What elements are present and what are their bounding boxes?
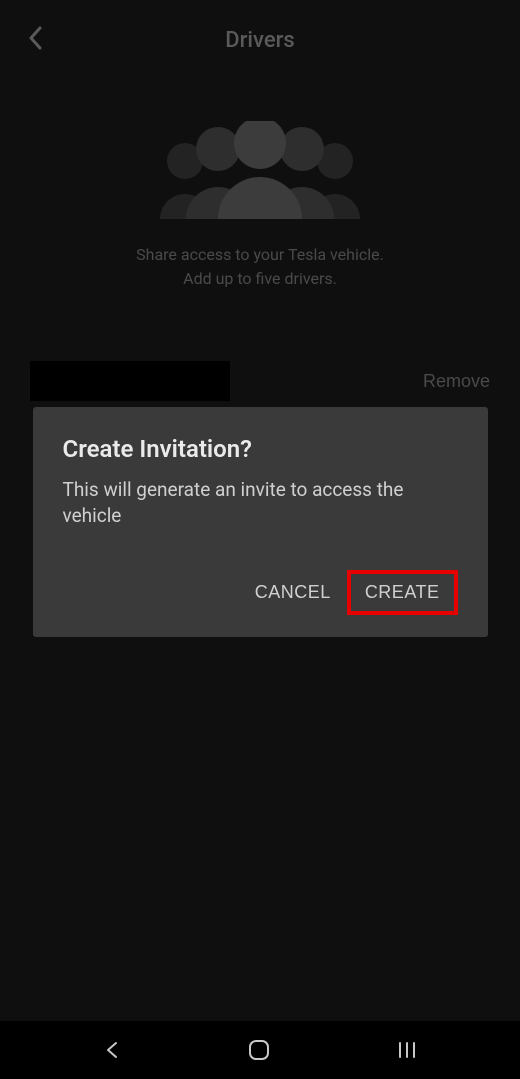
dialog-message: This will generate an invite to access t…	[63, 477, 458, 528]
page-title: Drivers	[28, 28, 492, 53]
hero-line-1: Share access to your Tesla vehicle.	[136, 243, 384, 267]
driver-row: Remove	[0, 361, 520, 401]
create-button[interactable]: CREATE	[347, 570, 458, 615]
dialog-actions: CANCEL CREATE	[63, 570, 458, 615]
hero-line-2: Add up to five drivers.	[136, 267, 384, 291]
dialog-title: Create Invitation?	[63, 435, 458, 463]
hero-text: Share access to your Tesla vehicle. Add …	[136, 243, 384, 291]
nav-recents-icon[interactable]	[396, 1040, 418, 1060]
nav-home-icon[interactable]	[247, 1038, 271, 1062]
nav-back-icon[interactable]	[102, 1040, 122, 1060]
system-nav-bar	[0, 1021, 520, 1079]
driver-name-redacted	[30, 361, 230, 401]
create-invitation-dialog: Create Invitation? This will generate an…	[33, 407, 488, 637]
page-header: Drivers	[0, 0, 520, 81]
people-group-icon	[150, 121, 370, 221]
back-icon[interactable]	[28, 26, 42, 55]
cancel-button[interactable]: CANCEL	[239, 570, 347, 615]
remove-button[interactable]: Remove	[423, 371, 490, 392]
hero-section: Share access to your Tesla vehicle. Add …	[0, 121, 520, 291]
